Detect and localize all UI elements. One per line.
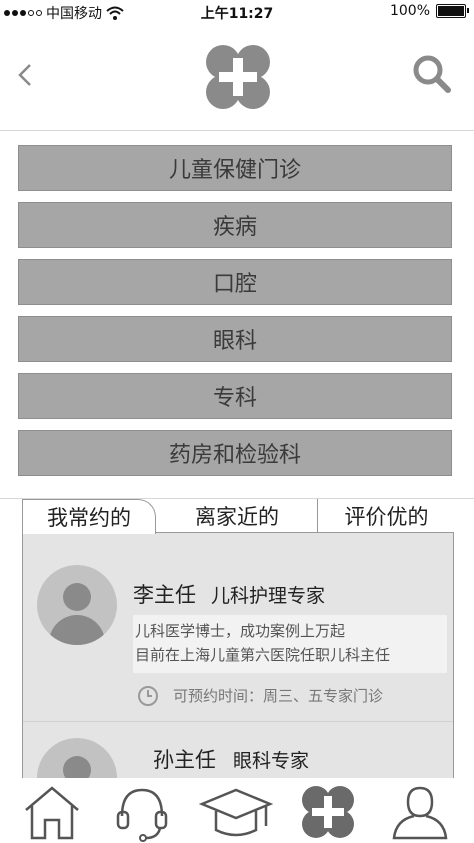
menu-item-disease[interactable]: 疾病: [18, 202, 452, 248]
user-icon[interactable]: [390, 782, 450, 842]
doctor-name: 李主任: [133, 583, 196, 607]
doctor-list: 李主任 儿科护理专家 儿科医学博士，成功案例上万起 目前在上海儿童第六医院任职儿…: [22, 532, 454, 784]
medical-cross-logo-icon: [206, 45, 270, 109]
menu-item-ophthalmology[interactable]: 眼科: [18, 316, 452, 362]
avatar: [37, 565, 117, 645]
doctor-tabs: 我常约的 离家近的 评价优的: [22, 499, 455, 534]
menu-item-child-health[interactable]: 儿童保健门诊: [18, 145, 452, 191]
menu-item-specialty[interactable]: 专科: [18, 373, 452, 419]
nav-bar: [0, 24, 474, 131]
doctor-title: 儿科护理专家: [211, 585, 326, 607]
chevron-left-icon[interactable]: [12, 60, 42, 90]
doctor-title: 眼科专家: [233, 750, 310, 772]
status-right: 100%: [389, 3, 469, 19]
doctor-card[interactable]: 孙主任 眼科专家: [23, 722, 453, 783]
battery-percent: 100%: [389, 3, 430, 19]
bottom-tab-bar: [0, 778, 474, 843]
doctor-card[interactable]: 李主任 儿科护理专家 儿科医学博士，成功案例上万起 目前在上海儿童第六医院任职儿…: [23, 533, 453, 722]
status-bar: 中国移动 上午11:27 100%: [0, 0, 474, 24]
bio-line: 目前在上海儿童第六医院任职儿科主任: [135, 646, 391, 664]
tab-nearby[interactable]: 离家近的: [172, 499, 302, 533]
graduation-cap-icon[interactable]: [198, 782, 274, 842]
headset-icon[interactable]: [112, 782, 172, 842]
menu-item-pharmacy-lab[interactable]: 药房和检验科: [18, 430, 452, 476]
home-icon[interactable]: [22, 782, 82, 842]
tab-top-rated[interactable]: 评价优的: [317, 499, 455, 533]
clock-icon: [138, 686, 158, 706]
search-icon[interactable]: [410, 52, 452, 94]
category-menu: 儿童保健门诊 疾病 口腔 眼科 专科 药房和检验科: [18, 145, 452, 487]
bio-line: 儿科医学博士，成功案例上万起: [135, 622, 346, 640]
medical-cross-icon[interactable]: [298, 782, 358, 842]
menu-item-dental[interactable]: 口腔: [18, 259, 452, 305]
appointment-schedule: 可预约时间：周三、五专家门诊: [173, 687, 384, 705]
tab-frequent[interactable]: 我常约的: [22, 499, 156, 534]
doctor-bio: 儿科医学博士，成功案例上万起 目前在上海儿童第六医院任职儿科主任: [133, 615, 447, 673]
battery-icon: [436, 4, 469, 18]
doctor-name: 孙主任: [153, 748, 216, 772]
